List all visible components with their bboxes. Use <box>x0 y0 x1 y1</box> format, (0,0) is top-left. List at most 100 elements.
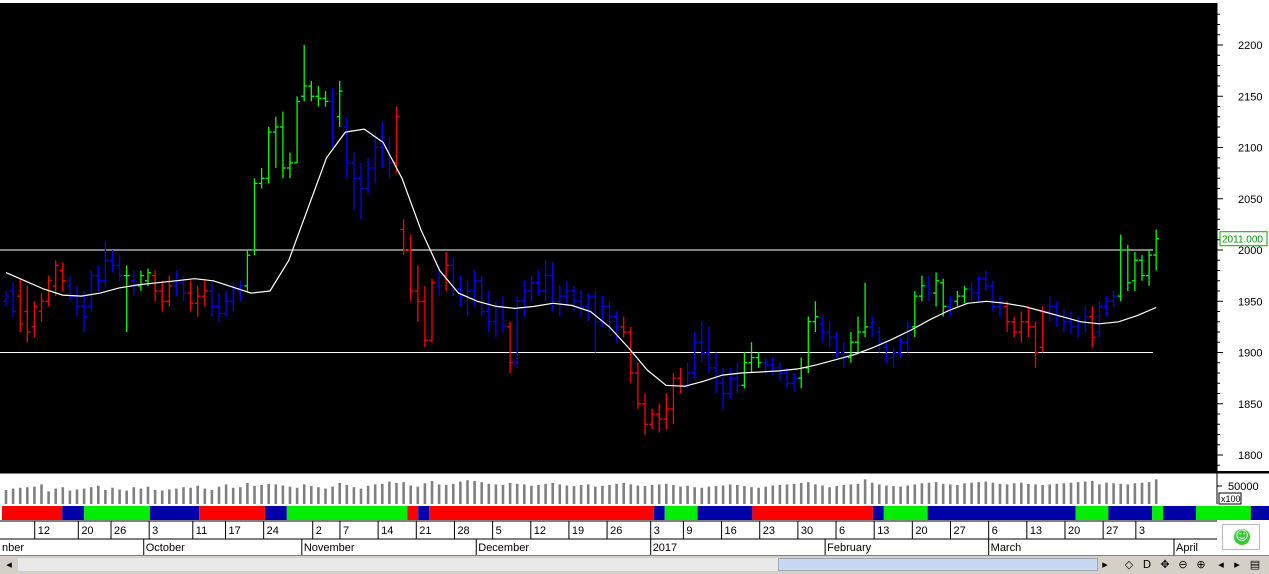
volume-bar <box>949 484 952 504</box>
volume-bar <box>1105 482 1108 504</box>
day-label: 12 <box>38 525 50 537</box>
volume-bar <box>381 483 384 504</box>
day-label: 12 <box>534 525 546 537</box>
price-panel <box>0 3 1217 471</box>
day-label: 20 <box>81 525 93 537</box>
volume-bar <box>956 484 959 504</box>
zoom-out-icon[interactable]: ⊖ <box>1176 557 1190 572</box>
volume-bar <box>807 482 810 504</box>
daily-period-icon[interactable]: D <box>1140 557 1154 572</box>
volume-bar <box>899 486 902 504</box>
day-label: 26 <box>610 525 622 537</box>
volume-bar <box>288 486 292 504</box>
layout-icon[interactable]: ▤ <box>1248 557 1262 572</box>
volume-bar <box>331 486 334 504</box>
cycle-segment <box>1250 506 1269 520</box>
volume-bar <box>998 483 1002 504</box>
volume-bar <box>984 481 988 504</box>
scroll-right-icon[interactable]: ▸ <box>1098 557 1112 572</box>
cycle-segment <box>752 506 873 520</box>
status-indicator[interactable]: ☺ <box>1222 524 1260 550</box>
volume-bar <box>295 487 299 504</box>
price-tick-label: 2200 <box>1238 40 1262 52</box>
volume-bar <box>168 489 171 504</box>
day-label: 14 <box>381 525 393 537</box>
volume-bar <box>182 487 185 504</box>
day-label: 9 <box>686 525 692 537</box>
smiley-icon: ☺ <box>1234 529 1250 545</box>
cycle-segment <box>264 506 287 520</box>
cycle-segment <box>927 506 1076 520</box>
cycle-segment <box>883 506 928 520</box>
volume-bar <box>523 484 526 504</box>
volume-bar <box>189 487 192 504</box>
volume-bar <box>253 485 256 504</box>
volume-bar <box>530 485 533 504</box>
volume-bar <box>842 484 846 504</box>
volume-bar <box>764 486 767 504</box>
volume-bar <box>537 484 540 504</box>
chart-area: 1800185019001950200020502100215022002011… <box>0 3 1269 555</box>
volume-bar <box>1147 482 1151 504</box>
volume-bar <box>175 488 178 504</box>
volume-bar <box>558 484 562 504</box>
volume-bar <box>878 484 881 504</box>
volume-bar <box>345 484 349 504</box>
volume-bar <box>388 481 391 504</box>
day-label: 27 <box>1106 525 1118 537</box>
volume-bar <box>1027 483 1030 504</box>
volume-bar <box>1055 483 1059 504</box>
volume-bar <box>352 487 356 504</box>
volume-bar <box>473 481 476 504</box>
volume-bar <box>146 486 150 504</box>
price-tick-label: 2000 <box>1238 245 1262 257</box>
zoom-in-icon[interactable]: ⊕ <box>1194 557 1208 572</box>
scroll-track[interactable] <box>18 558 1098 571</box>
diamond-icon[interactable]: ◇ <box>1122 557 1136 572</box>
volume-bar <box>246 483 249 504</box>
volume-bar <box>508 483 512 504</box>
month-label: 2017 <box>653 542 677 554</box>
scroll-forward-icon[interactable]: ▸ <box>1230 557 1244 572</box>
volume-bar <box>579 484 583 504</box>
volume-bar <box>61 487 65 504</box>
volume-bar <box>977 482 980 504</box>
volume-bar <box>1154 479 1158 504</box>
scroll-thumb[interactable] <box>778 558 1098 571</box>
volume-bar <box>970 482 973 504</box>
volume-bar <box>686 485 689 504</box>
scroll-left-icon[interactable]: ◂ <box>2 557 16 572</box>
scroll-back-icon[interactable]: ◂ <box>1214 557 1228 572</box>
day-label: 21 <box>419 525 431 537</box>
day-label: 3 <box>152 525 158 537</box>
day-label: 13 <box>1030 525 1042 537</box>
volume-bar <box>615 483 618 504</box>
volume-bar <box>239 487 242 504</box>
volume-bar <box>274 484 278 504</box>
volume-bar <box>679 486 682 504</box>
volume-bar <box>317 487 320 504</box>
volume-bar <box>1112 483 1115 504</box>
volume-bar <box>395 483 398 504</box>
volume-bar <box>281 485 285 504</box>
volume-bar <box>963 483 966 504</box>
volume-bar <box>1076 482 1080 504</box>
month-label: April <box>1176 542 1198 554</box>
cycle-segment <box>1196 506 1251 520</box>
volume-bar <box>736 484 739 504</box>
move-icon[interactable]: ✥ <box>1158 557 1172 572</box>
volume-bar <box>459 481 462 504</box>
volume-bar <box>26 487 29 504</box>
volume-bar <box>118 489 121 504</box>
cycle-segment <box>1075 506 1109 520</box>
volume-bar <box>1098 484 1101 504</box>
volume-bar <box>672 484 675 504</box>
month-label: November <box>304 542 355 554</box>
horizontal-scrollbar[interactable]: ◂ ▸ ◇ D ✥ ⊖ ⊕ ◂ ▸ ▤ <box>0 555 1269 574</box>
day-label: 28 <box>457 525 469 537</box>
cycle-segment <box>84 506 150 520</box>
month-label: December <box>478 542 529 554</box>
volume-bar <box>54 488 57 504</box>
cycle-segment <box>407 506 419 520</box>
day-label: 23 <box>763 525 775 537</box>
